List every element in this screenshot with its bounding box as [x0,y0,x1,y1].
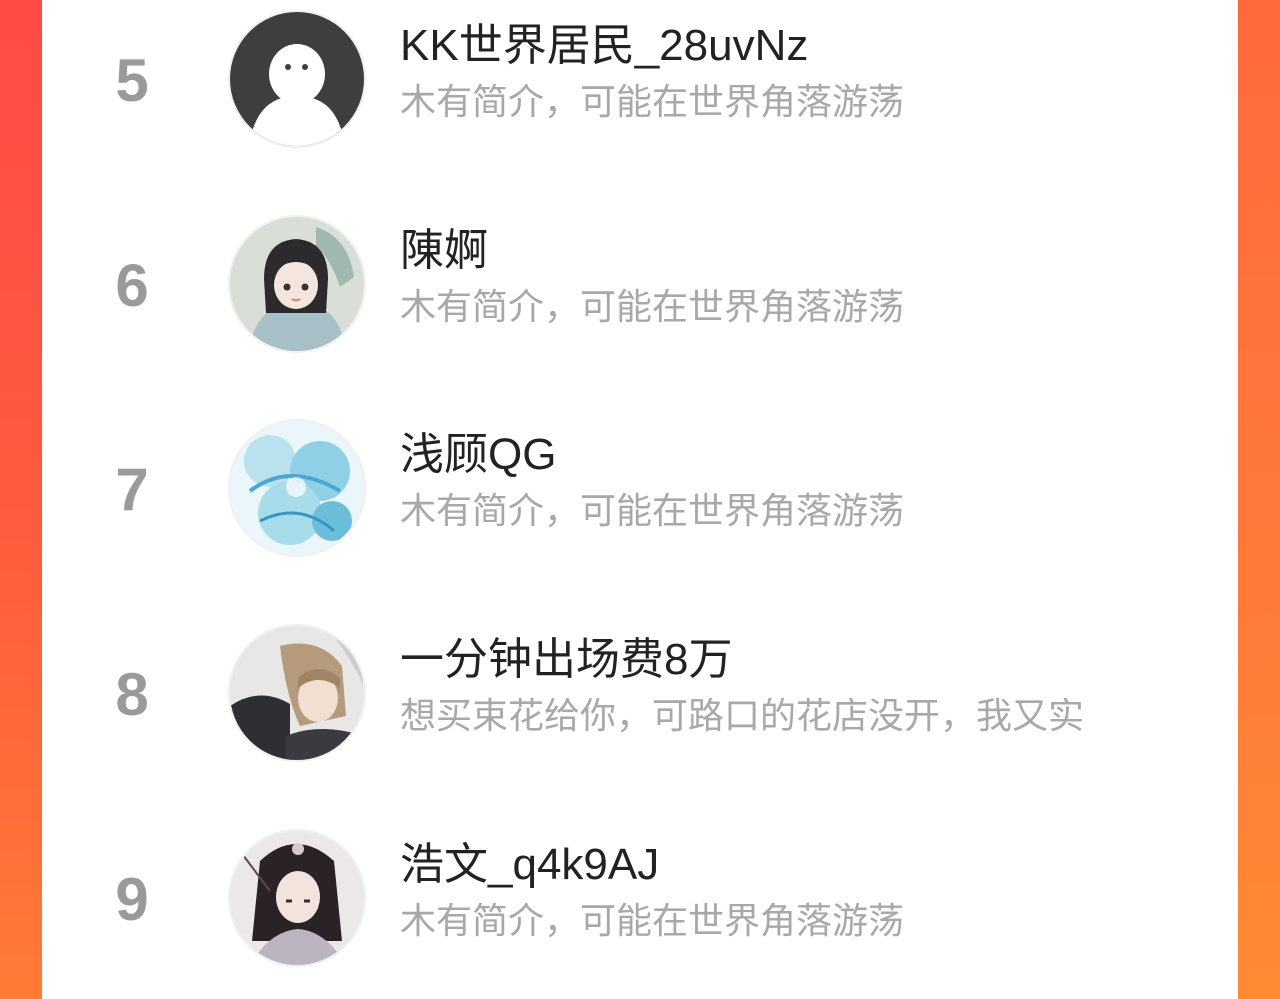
user-name[interactable]: 一分钟出场费8万 [400,632,732,688]
anime-girl-avatar-icon [230,217,364,351]
leaderboard-row[interactable]: 9 浩文_q4k9AJ 木有简介，可能在世界角落游荡 [42,831,1238,971]
user-bio: 木有简介，可能在世界角落游荡 [400,900,905,941]
user-bio: 木有简介，可能在世界角落游荡 [400,490,905,531]
avatar[interactable] [230,12,364,146]
leaderboard-row[interactable]: 5 KK世界居民_28uvNz 木有简介，可能在世界角落游荡 [42,12,1238,152]
rank-number: 6 [115,252,149,319]
user-name[interactable]: 浅顾QG [400,427,556,483]
default-ghost-avatar-icon [230,12,364,146]
avatar[interactable] [230,217,364,351]
user-name[interactable]: 浩文_q4k9AJ [400,837,659,893]
user-name[interactable]: 陳婀 [400,223,488,279]
user-bio: 木有简介，可能在世界角落游荡 [400,286,905,327]
rank-number: 7 [115,456,149,523]
leaderboard-row[interactable]: 8 一分钟出场费8万 想买束花给你，可路口的花店没开，我又实 [42,626,1238,766]
leaderboard-row[interactable]: 6 陳婀 木有简介，可能在世界角落游荡 [42,217,1238,357]
user-name[interactable]: KK世界居民_28uvNz [400,18,808,74]
avatar[interactable] [230,831,364,965]
blue-watercolor-avatar-icon [230,421,364,555]
anime-couple-avatar-icon [230,626,364,760]
user-bio: 木有简介，可能在世界角落游荡 [400,81,905,122]
leaderboard-panel: 5 KK世界居民_28uvNz 木有简介，可能在世界角落游荡 6 陳婀 木有简介… [42,0,1238,999]
avatar[interactable] [230,626,364,760]
leaderboard-row[interactable]: 7 浅顾QG 木有简介，可能在世界角落游荡 [42,421,1238,561]
avatar[interactable] [230,421,364,555]
rank-number: 9 [115,866,149,933]
anime-warrior-avatar-icon [230,831,364,965]
user-bio: 想买束花给你，可路口的花店没开，我又实 [400,695,1085,736]
rank-number: 5 [115,47,149,114]
background-strip-right [1238,0,1280,999]
rank-number: 8 [115,661,149,728]
